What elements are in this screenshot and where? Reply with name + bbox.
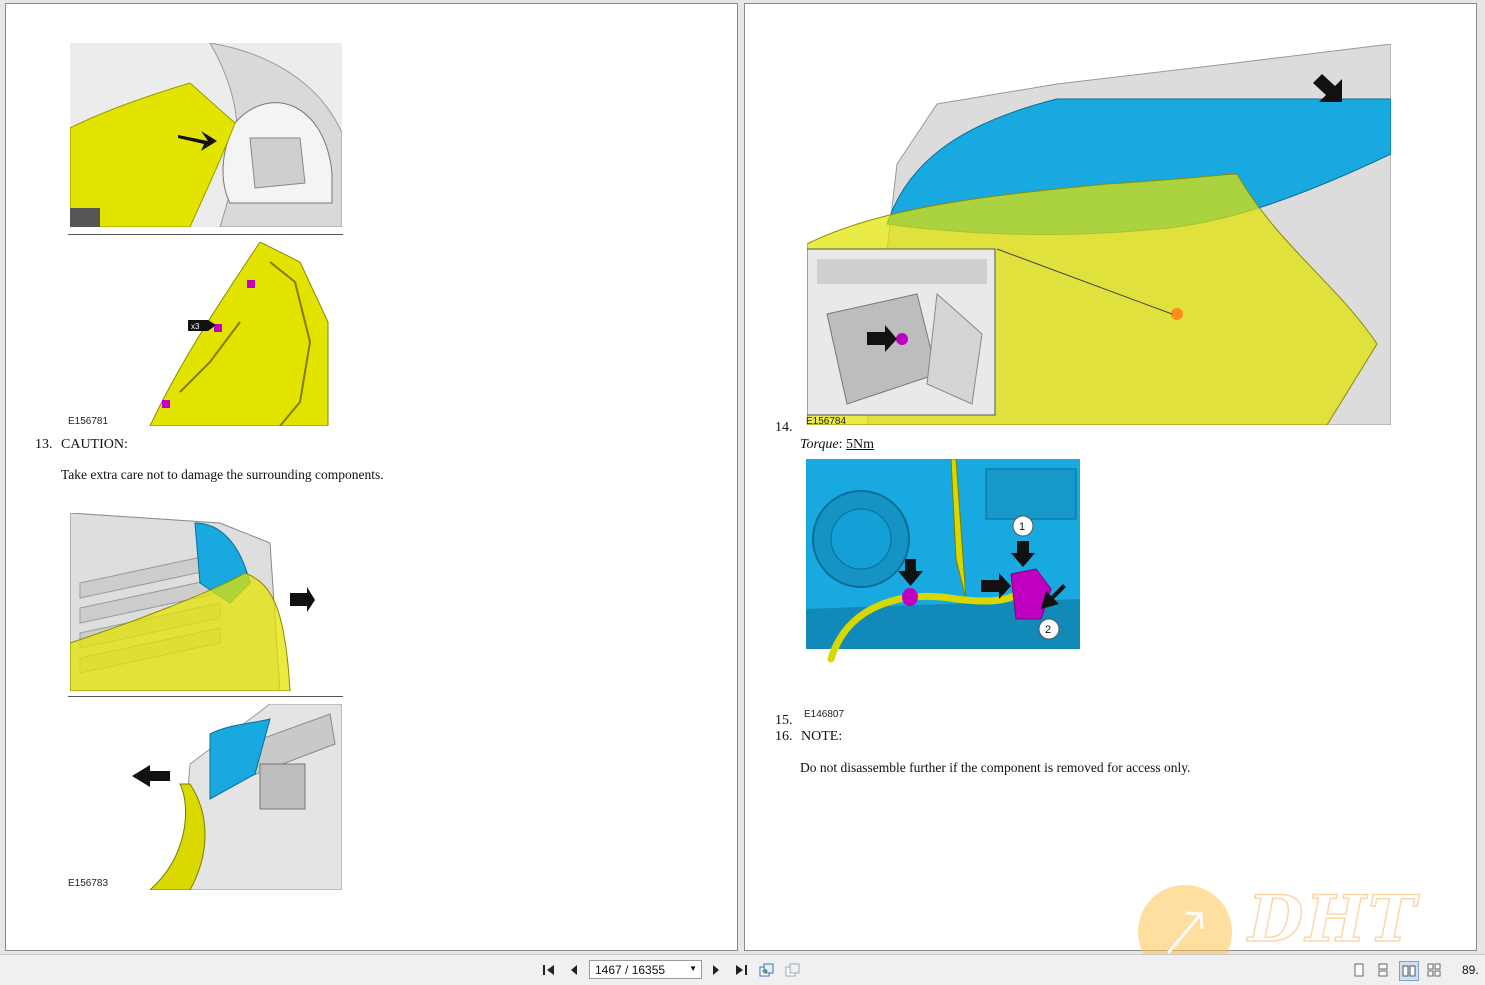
page-number-field[interactable]: 1467 / 16355 ▼ bbox=[589, 960, 702, 979]
continuous-facing-view-button[interactable] bbox=[1425, 961, 1443, 979]
step-number: 16. bbox=[775, 729, 793, 744]
note-label: NOTE: bbox=[801, 729, 843, 744]
illustration-bumper-removal bbox=[70, 513, 342, 691]
figure-code: E156784 bbox=[806, 416, 847, 427]
torque-spec: Torque: 5Nm bbox=[800, 437, 874, 453]
figure-code: E156783 bbox=[68, 878, 109, 889]
step-14-number: 14. bbox=[775, 420, 793, 435]
torque-value: 5Nm bbox=[846, 437, 875, 452]
single-page-view-button[interactable] bbox=[1350, 961, 1368, 979]
illustration-bumper-detach bbox=[70, 704, 342, 890]
next-view-icon bbox=[785, 963, 800, 977]
callout-1: 1 bbox=[1019, 521, 1025, 533]
torque-separator: : bbox=[838, 437, 843, 452]
next-page-icon bbox=[713, 965, 719, 975]
continuous-page-icon bbox=[1378, 963, 1388, 977]
figure-divider bbox=[68, 696, 343, 697]
illustration-headlamp-connector: 1 2 bbox=[806, 459, 1080, 666]
illustration-bumper-fender bbox=[70, 43, 342, 227]
facing-view-button[interactable] bbox=[1399, 961, 1419, 981]
page-indicator: 1467 / 16355 bbox=[595, 962, 666, 977]
viewer-toolbar: 1467 / 16355 ▼ 89. bbox=[0, 954, 1485, 985]
step-16-heading: 16. NOTE: bbox=[775, 729, 842, 745]
single-page-icon bbox=[1354, 963, 1364, 977]
torque-label: Torque bbox=[800, 437, 839, 452]
step-15-number: 15. bbox=[775, 713, 793, 728]
callout-x3: x3 bbox=[191, 322, 200, 331]
callout-2: 2 bbox=[1045, 624, 1051, 636]
illustration-headlamp-overview bbox=[807, 44, 1391, 425]
continuous-view-button[interactable] bbox=[1374, 961, 1392, 979]
step-number: 13. bbox=[35, 437, 53, 452]
previous-view-icon bbox=[759, 963, 774, 977]
figure-divider bbox=[68, 234, 343, 235]
step-13-heading: 13. CAUTION: bbox=[35, 437, 128, 453]
fastener-marker bbox=[247, 280, 255, 288]
document-page-right: E156784 14. Torque: 5Nm 1 2 15. E146807 … bbox=[744, 3, 1477, 951]
caution-text: Take extra care not to damage the surrou… bbox=[61, 467, 384, 482]
chevron-down-icon[interactable]: ▼ bbox=[689, 964, 697, 973]
facing-pages-icon bbox=[1402, 965, 1416, 977]
illustration-bumper-fasteners: x3 bbox=[70, 242, 342, 426]
note-text: Do not disassemble further if the compon… bbox=[800, 760, 1191, 775]
document-page-left: x3 E156781 13. CAUTION: Take extra care n… bbox=[5, 3, 738, 951]
first-page-button[interactable] bbox=[540, 961, 558, 979]
fastener-marker bbox=[162, 400, 170, 408]
zoom-level[interactable]: 89. bbox=[1462, 963, 1479, 977]
caution-label: CAUTION: bbox=[61, 437, 128, 452]
next-view-button[interactable] bbox=[784, 961, 802, 979]
previous-page-button[interactable] bbox=[565, 961, 583, 979]
first-page-icon bbox=[543, 965, 554, 975]
previous-view-button[interactable] bbox=[758, 961, 776, 979]
last-page-icon bbox=[736, 965, 747, 975]
continuous-facing-icon bbox=[1427, 963, 1441, 977]
figure-code: E156781 bbox=[68, 416, 109, 427]
last-page-button[interactable] bbox=[732, 961, 750, 979]
previous-page-icon bbox=[571, 965, 577, 975]
next-page-button[interactable] bbox=[707, 961, 725, 979]
figure-code: E146807 bbox=[804, 709, 845, 720]
